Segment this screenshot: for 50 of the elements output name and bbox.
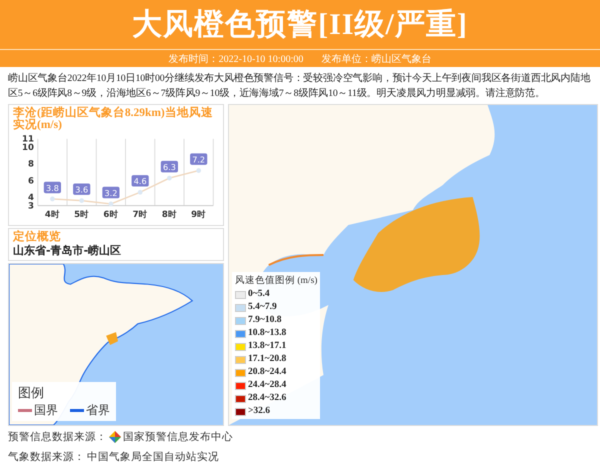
- axis-tick-label: 5时: [74, 210, 90, 220]
- axis-tick-label: 11: [22, 134, 34, 145]
- axis-tick-label: 10: [22, 143, 34, 154]
- legend-label: >32.6: [248, 406, 270, 417]
- issue-time: 发布时间：2022-10-10 10:00:00: [168, 52, 304, 66]
- legend-label: 20.8~24.4: [248, 367, 286, 378]
- data-point: [196, 168, 202, 173]
- axis-tick-label: 8: [28, 160, 34, 170]
- legend-label: 0~5.4: [248, 289, 270, 300]
- issuer: 发布单位：崂山区气象台: [321, 52, 432, 66]
- axis-tick-label: 6时: [103, 210, 118, 220]
- panel-title: 定位概览: [13, 231, 62, 243]
- axis-tick-label: 8时: [162, 210, 177, 220]
- axis-tick-label: 4: [28, 193, 34, 204]
- legend-label: 28.4~32.6: [248, 393, 286, 404]
- axis-tick-label: 7时: [132, 210, 148, 220]
- axis-tick-label: 6: [28, 176, 34, 186]
- legend-label: 7.9~10.8: [248, 315, 282, 326]
- legend-label: 10.8~13.8: [248, 328, 286, 339]
- legend-label: 省界: [86, 402, 110, 419]
- legend-title: 风速色值图例 (m/s): [235, 274, 318, 287]
- diamond-logo-icon: [109, 431, 121, 443]
- data-point: [108, 202, 114, 206]
- axis-tick-label: 4时: [44, 210, 60, 220]
- legend-label: 24.4~28.4: [248, 380, 286, 391]
- value-label: 4.6: [132, 175, 149, 187]
- region-name: 山东省-青岛市-崂山区: [13, 243, 122, 258]
- value-label: 7.2: [190, 153, 208, 165]
- legend-label: 17.1~20.8: [248, 354, 286, 365]
- source-name: 中国气象局全国自动站实况: [87, 450, 219, 464]
- value-label: 3.8: [44, 182, 61, 194]
- legend-label: 13.8~17.1: [248, 341, 286, 352]
- axis-tick-label: 3: [28, 201, 34, 212]
- legend-label: 5.4~7.9: [248, 302, 277, 313]
- legend-label: 国界: [34, 402, 58, 419]
- value-label: 6.3: [160, 160, 178, 172]
- value-label: 3.6: [73, 183, 90, 195]
- data-point: [138, 190, 143, 195]
- source-name: 国家预警信息发布中心: [123, 430, 233, 444]
- axis-tick-label: 9时: [191, 210, 206, 220]
- data-point: [50, 196, 55, 202]
- data-point: [79, 198, 84, 203]
- value-label: 3.2: [102, 186, 120, 198]
- warning-message: 崂山区气象台2022年10月10日10时00分继续发布大风橙色预警信号：受较强冷空气影响，预计今天上午到夜间我区各街道西北风内陆地区5～6级阵风8～9级，沿海地区6～7级阵风9～10级，近海海域7～8级阵风10～11级。明天凌晨风力明显减弱。请注意防范。: [8, 72, 592, 101]
- source-label: 气象数据来源：: [8, 450, 85, 464]
- source-label: 预警信息数据来源：: [8, 430, 107, 444]
- data-point: [167, 176, 172, 180]
- warning-title: 大风橙色预警[II级/严重]: [132, 7, 468, 43]
- panel-title: 李沧(距崂山区气象台8.29km)当地风速实况(m/s): [13, 107, 214, 131]
- legend-title: 图例: [18, 385, 45, 402]
